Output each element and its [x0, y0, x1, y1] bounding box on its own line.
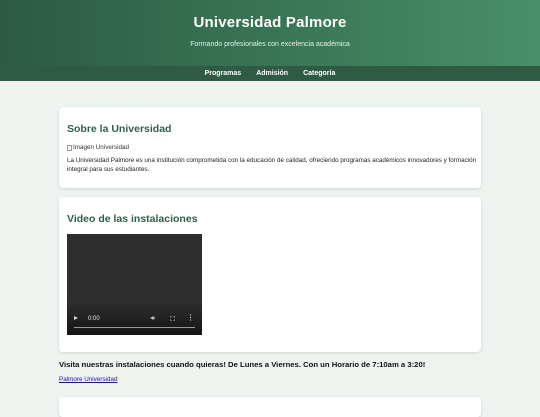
nav-item-programas[interactable]: Programas: [205, 70, 242, 77]
visit-info: Visita nuestras instalaciones cuando qui…: [59, 360, 426, 369]
palmore-link[interactable]: Palmore Universidad: [59, 376, 117, 383]
about-title: Sobre la Universidad: [67, 123, 172, 135]
video-progress-track[interactable]: [74, 326, 195, 328]
image-alt-text: Imagen Universidad: [73, 144, 130, 151]
video-card: Video de las instalaciones 0:00: [59, 197, 481, 352]
nav-item-admision[interactable]: Admisión: [256, 70, 288, 77]
fullscreen-icon[interactable]: [170, 316, 175, 321]
video-controls: 0:00: [67, 301, 202, 335]
video-section-title: Video de las instalaciones: [67, 213, 198, 225]
video-time: 0:00: [88, 316, 100, 322]
play-icon[interactable]: [74, 316, 78, 320]
site-subtitle: Formando profesionales con excelencia ac…: [190, 41, 350, 48]
main-nav: Programas Admisión Categoría: [0, 66, 540, 81]
next-card: [59, 397, 481, 417]
about-card: Sobre la Universidad Imagen Universidad …: [59, 107, 481, 188]
nav-item-categoria[interactable]: Categoría: [303, 70, 335, 77]
broken-image-icon: [67, 144, 72, 151]
university-image: Imagen Universidad: [67, 144, 129, 151]
site-title: Universidad Palmore: [193, 14, 347, 31]
more-options-icon[interactable]: [189, 314, 192, 321]
about-description: La Universidad Palmore es una institució…: [67, 157, 477, 173]
site-header: Universidad Palmore Formando profesional…: [0, 0, 540, 66]
video-player[interactable]: 0:00: [67, 234, 202, 335]
volume-icon[interactable]: [150, 315, 156, 321]
